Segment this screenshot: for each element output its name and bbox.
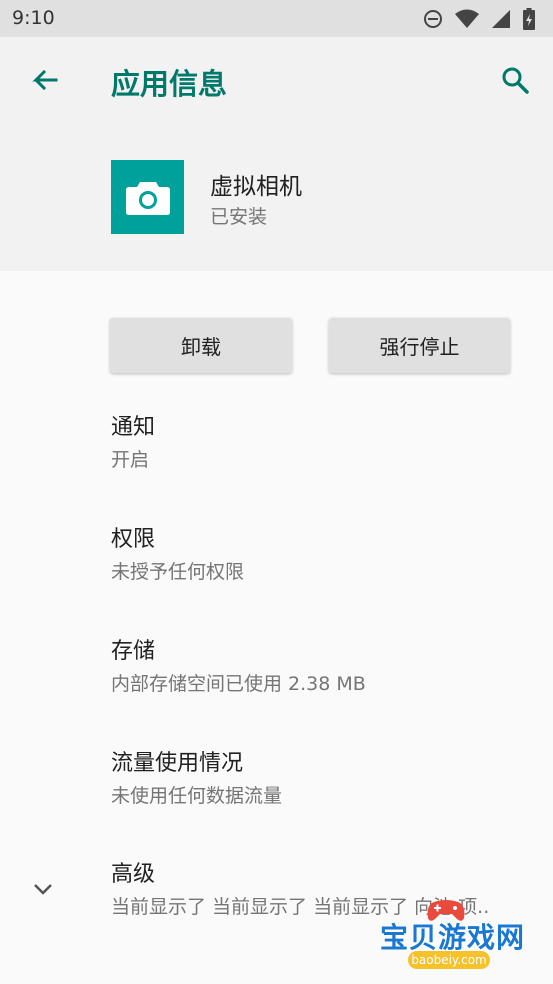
settings-item-title: 权限	[111, 527, 156, 552]
battery-icon	[523, 8, 535, 30]
settings-item-data-usage[interactable]: 流量使用情况 未使用任何数据流量	[111, 750, 541, 808]
arrow-left-icon	[32, 69, 58, 91]
signal-icon	[492, 10, 510, 28]
search-button[interactable]	[498, 63, 534, 99]
settings-item-subtitle: 未授予任何权限	[111, 561, 245, 583]
settings-item-permissions[interactable]: 权限 未授予任何权限	[111, 526, 541, 584]
wifi-icon	[455, 9, 479, 28]
app-install-status: 已安装	[210, 206, 268, 228]
expand-advanced-button[interactable]	[28, 874, 58, 904]
status-bar: 9:10	[0, 0, 553, 37]
settings-item-title: 流量使用情况	[111, 751, 244, 776]
back-button[interactable]	[26, 63, 62, 99]
app-icon	[111, 160, 184, 234]
settings-item-subtitle: 未使用任何数据流量	[111, 785, 283, 807]
watermark-text: 宝贝游戏网	[380, 921, 526, 954]
settings-item-notifications[interactable]: 通知 开启	[111, 414, 541, 472]
camera-icon	[125, 182, 170, 215]
watermark-logo: 宝贝游戏网 baobeiy.com	[378, 898, 528, 974]
settings-item-subtitle: 开启	[111, 449, 150, 471]
status-time: 9:10	[12, 7, 55, 29]
settings-item-title: 存储	[111, 639, 156, 664]
settings-item-subtitle: 内部存储空间已使用 2.38 MB	[111, 673, 366, 695]
app-name: 虚拟相机	[210, 174, 302, 200]
page-title: 应用信息	[111, 67, 228, 101]
app-header: 应用信息 虚拟相机 已安装	[0, 37, 553, 271]
status-icons	[423, 8, 535, 30]
search-icon	[502, 67, 529, 94]
chevron-down-icon	[34, 884, 52, 895]
settings-item-title: 通知	[111, 415, 156, 440]
settings-item-title: 高级	[111, 862, 156, 887]
force-stop-button[interactable]: 强行停止	[329, 318, 510, 373]
uninstall-button[interactable]: 卸载	[110, 318, 292, 373]
do-not-disturb-icon	[424, 10, 442, 28]
settings-item-storage[interactable]: 存储 内部存储空间已使用 2.38 MB	[111, 638, 541, 696]
watermark-url: baobeiy.com	[408, 951, 490, 969]
